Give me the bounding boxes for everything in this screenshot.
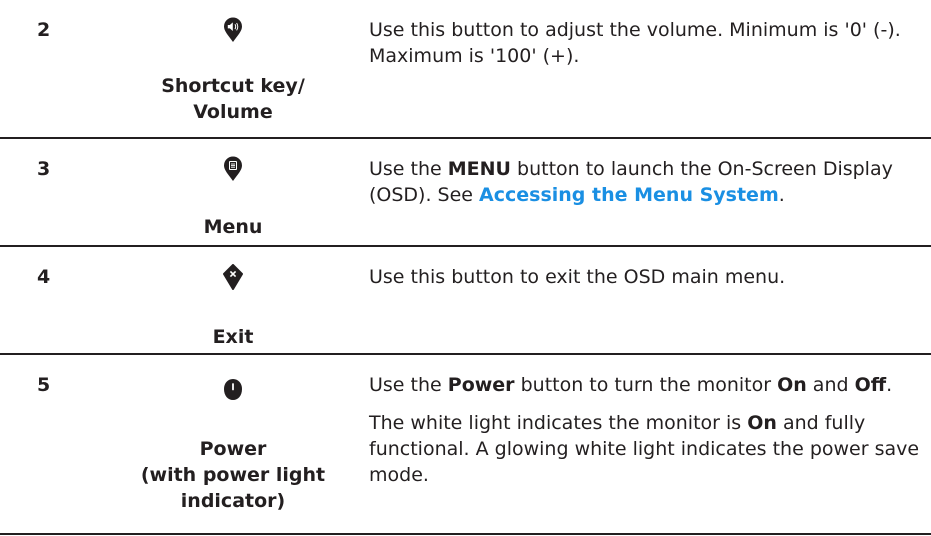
description-text: Use the MENU button to launch the On-Scr… [369,156,924,208]
label-line: (with power light [140,464,326,486]
description-text: Use this button to adjust the volume. Mi… [369,19,901,67]
label-line: Power [199,438,267,460]
row-description: Use this button to adjust the volume. Mi… [369,17,924,69]
description-text: The white light indicates the monitor is… [369,410,924,488]
accessing-menu-system-link[interactable]: Accessing the Menu System [479,184,779,206]
text-run: button to turn the monitor [514,374,778,396]
button-label: Shortcut key/ Volume [118,73,348,125]
text-run: Use the [369,374,448,396]
label-line: Exit [212,326,254,348]
label-line: Volume [193,101,273,123]
button-label: Exit [118,324,348,350]
menu-keyword: MENU [447,158,511,180]
description-text: Use the Power button to turn the monitor… [369,372,924,398]
row-number: 4 [37,266,51,288]
row-description: Use this button to exit the OSD main men… [369,264,924,290]
table-row: 2 Shortcut key/ Volume Use this button t… [0,0,931,137]
menu-icon [223,156,243,182]
row-number: 3 [37,158,51,180]
table-row: 5 Power (with power light indicator) Use… [0,355,931,533]
row-divider [0,533,931,535]
row-description: Use the Power button to turn the monitor… [369,372,924,488]
text-run: Use the [369,158,448,180]
on-keyword: On [747,412,777,434]
off-keyword: Off [854,374,887,396]
text-run: and [806,374,855,396]
text-run: . [886,374,893,396]
table-row: 3 Menu Use the MENU button to launch the… [0,139,931,245]
volume-icon [223,17,243,43]
button-label: Menu [118,214,348,240]
text-run: The white light indicates the monitor is [369,412,748,434]
power-keyword: Power [447,374,515,396]
row-description: Use the MENU button to launch the On-Scr… [369,156,924,208]
row-number: 2 [37,19,51,41]
description-text: Use this button to exit the OSD main men… [369,266,786,288]
on-keyword: On [777,374,807,396]
label-line: indicator) [180,490,286,512]
exit-icon [223,264,243,290]
label-line: Menu [203,216,263,238]
button-label: Power (with power light indicator) [118,436,348,514]
label-line: Shortcut key/ [161,75,305,97]
row-number: 5 [37,374,51,396]
table-row: 4 Exit Use this button to exit the OSD m… [0,247,931,353]
power-icon [223,378,243,404]
text-run: . [778,184,785,206]
